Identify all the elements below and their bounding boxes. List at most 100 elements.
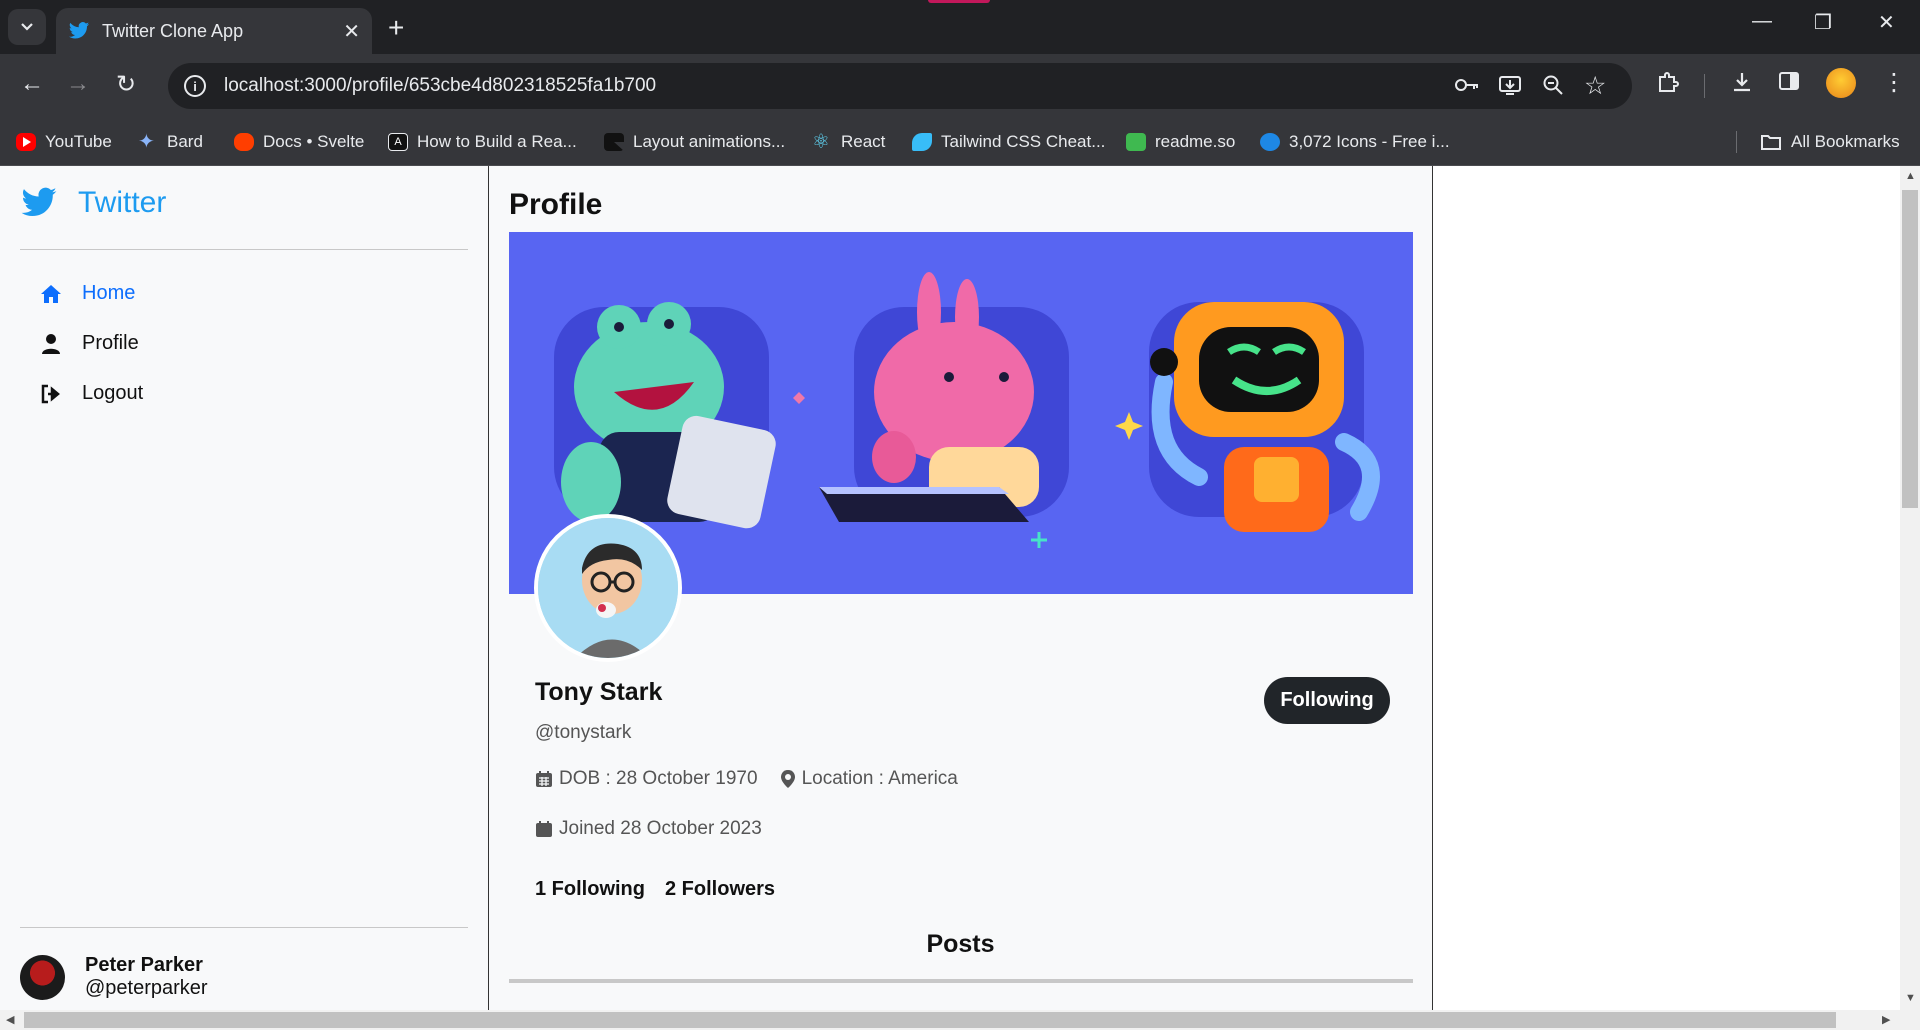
bookmark-tailwind[interactable]: Tailwind CSS Cheat...	[912, 118, 1105, 166]
joined-text: Joined 28 October 2023	[559, 818, 762, 839]
following-button[interactable]: Following	[1264, 677, 1390, 724]
posts-divider	[509, 979, 1413, 983]
back-arrow-icon[interactable]: ←	[20, 70, 44, 98]
bookmark-svelte[interactable]: Docs • Svelte	[234, 118, 364, 166]
brand-link[interactable]: Twitter	[20, 186, 166, 220]
followers-count-link[interactable]: 2 Followers	[665, 878, 775, 901]
bard-sparkle-icon: ✦	[138, 131, 155, 153]
bookmark-star-icon[interactable]: ☆	[1584, 71, 1606, 101]
tailwind-leaf-icon	[912, 133, 932, 151]
scroll-down-arrow-icon[interactable]: ▼	[1905, 992, 1916, 1004]
bookmark-react[interactable]: ⚛ React	[812, 118, 885, 166]
sidebar-item-logout[interactable]: Logout	[38, 382, 143, 405]
bookmark-label: Tailwind CSS Cheat...	[941, 132, 1106, 151]
sidebar-item-label: Logout	[82, 382, 144, 404]
location-item: Location : America	[780, 768, 958, 790]
bookmark-label: Docs • Svelte	[263, 132, 365, 151]
minimize-icon[interactable]: —	[1752, 10, 1772, 33]
bookmarks-separator	[1736, 131, 1737, 153]
logout-icon	[38, 384, 64, 404]
current-user-card[interactable]: Peter Parker @peterparker	[20, 954, 208, 1000]
side-panel-icon[interactable]	[1778, 70, 1800, 92]
restore-icon[interactable]: ❐	[1814, 10, 1832, 35]
downloads-icon[interactable]	[1730, 70, 1754, 94]
forward-arrow-icon[interactable]: →	[66, 70, 90, 98]
extensions-puzzle-icon[interactable]	[1656, 70, 1680, 94]
sidebar-item-label: Profile	[82, 332, 139, 354]
joined-item: Joined 28 October 2023	[535, 818, 762, 840]
bookmark-label: 3,072 Icons - Free i...	[1289, 132, 1450, 151]
tab-search-button[interactable]	[8, 9, 46, 45]
bookmark-label: All Bookmarks	[1791, 132, 1900, 151]
all-bookmarks-folder[interactable]: All Bookmarks	[1760, 118, 1900, 166]
page-title: Profile	[509, 188, 603, 221]
calendar-icon	[536, 821, 552, 837]
address-bar[interactable]: i localhost:3000/profile/653cbe4d8023185…	[168, 63, 1632, 109]
bookmark-label: Layout animations...	[633, 132, 786, 151]
bookmark-framer[interactable]: Layout animations...	[604, 118, 785, 166]
sidebar-item-profile[interactable]: Profile	[38, 332, 139, 355]
tab-close-icon[interactable]: ✕	[343, 19, 360, 44]
browser-tab-active[interactable]: Twitter Clone App ✕	[56, 8, 372, 54]
bookmark-label: How to Build a Rea...	[417, 132, 577, 151]
address-url[interactable]: localhost:3000/profile/653cbe4d802318525…	[224, 75, 656, 97]
horizontal-scroll-thumb[interactable]	[24, 1012, 1836, 1028]
dob-item: DOB : 28 October 1970	[535, 768, 758, 790]
readme-icon	[1126, 133, 1146, 151]
profile-main: Profile Tony Stark @tonystark Following …	[488, 166, 1433, 1010]
calendar-grid-icon	[536, 771, 552, 787]
react-icon: ⚛	[812, 131, 830, 153]
svelte-icon	[234, 133, 254, 151]
tab-title: Twitter Clone App	[102, 20, 244, 41]
toolbar-separator	[1704, 74, 1705, 98]
browser-toolbar: ← → ↻ i localhost:3000/profile/653cbe4d8…	[0, 54, 1920, 118]
page-content: Twitter Home Profile Logout Peter Parker…	[0, 166, 1900, 1010]
vertical-scroll-thumb[interactable]	[1902, 190, 1918, 508]
window-close-icon[interactable]: ✕	[1878, 10, 1895, 35]
new-tab-plus-icon[interactable]: +	[388, 12, 404, 44]
user-icon	[38, 333, 64, 355]
profile-joined-row: Joined 28 October 2023	[535, 818, 784, 840]
profile-meta-row: DOB : 28 October 1970 Location : America	[535, 768, 980, 790]
brand-name: Twitter	[78, 186, 167, 219]
location-text: Location : America	[801, 768, 958, 789]
browser-profile-avatar[interactable]	[1826, 68, 1856, 98]
left-sidebar: Twitter Home Profile Logout Peter Parker…	[0, 166, 488, 1010]
more-menu-icon[interactable]: ⋮	[1882, 68, 1906, 97]
install-app-icon[interactable]	[1498, 74, 1522, 96]
profile-name: Tony Stark	[535, 678, 663, 706]
icons-search-icon	[1260, 133, 1280, 151]
home-icon	[38, 283, 64, 305]
password-key-icon[interactable]	[1454, 74, 1480, 96]
sidebar-item-label: Home	[82, 282, 136, 304]
zoom-icon[interactable]	[1542, 74, 1564, 96]
follow-stats: 1 Following 2 Followers	[535, 878, 795, 901]
site-info-icon[interactable]: i	[184, 75, 206, 97]
twitter-bird-icon	[21, 187, 57, 216]
scroll-right-arrow-icon[interactable]: ▶	[1882, 1013, 1890, 1026]
profile-handle: @tonystark	[535, 722, 632, 743]
following-count-link[interactable]: 1 Following	[535, 878, 645, 901]
bookmark-readme[interactable]: readme.so	[1126, 118, 1235, 166]
bookmark-label: Bard	[167, 132, 203, 151]
bookmarks-bar: YouTube ✦ Bard Docs • Svelte A How to Bu…	[0, 118, 1920, 166]
framer-icon	[604, 133, 624, 151]
scroll-up-arrow-icon[interactable]: ▲	[1905, 170, 1916, 182]
current-user-name: Peter Parker	[85, 954, 203, 976]
bookmark-astro[interactable]: A How to Build a Rea...	[388, 118, 577, 166]
bookmark-label: YouTube	[45, 132, 112, 151]
sidebar-divider-top	[20, 249, 468, 250]
scroll-left-arrow-icon[interactable]: ◀	[6, 1013, 14, 1026]
bookmark-bard[interactable]: ✦ Bard	[138, 118, 203, 166]
avatar	[20, 954, 65, 1000]
bookmark-icons[interactable]: 3,072 Icons - Free i...	[1260, 118, 1450, 166]
current-user-handle: @peterparker	[85, 977, 208, 999]
chevron-down-icon	[21, 23, 33, 31]
tab-strip: Twitter Clone App ✕ + — ❐ ✕	[0, 0, 1920, 54]
bookmark-youtube[interactable]: YouTube	[16, 118, 112, 166]
sidebar-item-home[interactable]: Home	[38, 282, 135, 305]
bookmark-label: React	[841, 132, 886, 151]
memoji-avatar-image	[538, 518, 678, 658]
tab-group-indicator	[928, 0, 990, 3]
reload-icon[interactable]: ↻	[116, 70, 136, 99]
